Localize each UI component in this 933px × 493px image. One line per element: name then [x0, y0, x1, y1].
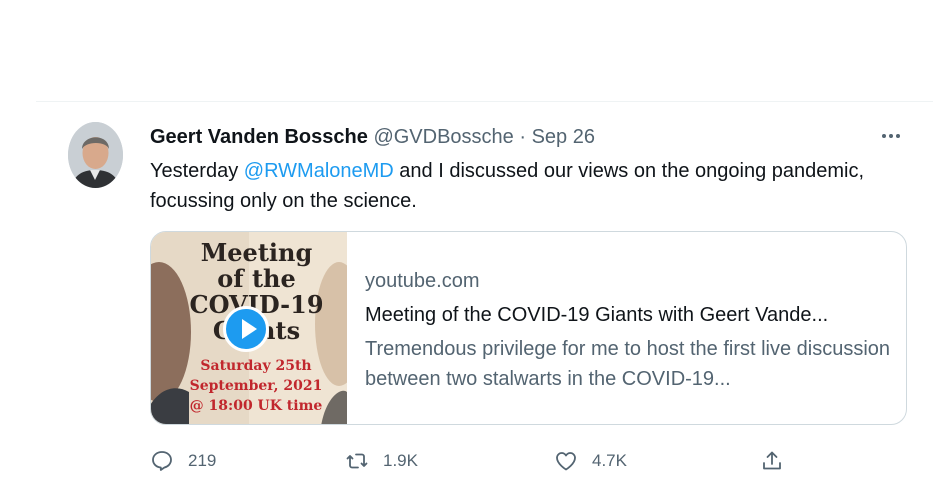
reply-button[interactable]: 219 — [150, 446, 216, 476]
like-count: 4.7K — [592, 451, 627, 470]
like-icon — [556, 452, 576, 471]
thumbnail-line: of the — [217, 264, 296, 293]
share-icon — [763, 451, 781, 470]
like-button[interactable]: 4.7K — [554, 446, 627, 476]
author-handle[interactable]: @GVDBossche — [373, 126, 513, 148]
link-card[interactable]: Meeting of the COVID-19 Giants Saturday … — [150, 231, 907, 425]
play-icon[interactable] — [223, 306, 269, 352]
thumbnail-sub-line: September, 2021 — [189, 378, 323, 394]
header-separator: · — [519, 126, 527, 148]
timeline-divider — [36, 101, 933, 102]
thumbnail-line: Meeting — [200, 238, 313, 267]
tweet-actions: 219 1.9K 4.7K — [150, 446, 910, 476]
retweet-button[interactable]: 1.9K — [345, 446, 418, 476]
retweet-icon — [346, 453, 368, 469]
card-title[interactable]: Meeting of the COVID-19 Giants with Geer… — [365, 300, 895, 330]
thumbnail-sub-line: Saturday 25th — [200, 358, 312, 374]
author-name[interactable]: Geert Vanden Bossche — [150, 126, 368, 148]
tweet-text: Yesterday @RWMaloneMD and I discussed ou… — [150, 156, 870, 216]
share-button[interactable] — [760, 446, 798, 476]
card-domain: youtube.com — [365, 270, 480, 292]
thumbnail-sub-line: @ 18:00 UK time — [189, 398, 323, 414]
thumbnail-subtitle: Saturday 25th September, 2021 @ 18:00 UK… — [171, 356, 341, 416]
more-icon[interactable] — [880, 124, 910, 148]
card-info: youtube.com Meeting of the COVID-19 Gian… — [365, 266, 895, 394]
tweet-date[interactable]: Sep 26 — [532, 126, 595, 148]
reply-count: 219 — [188, 451, 217, 470]
card-description: Tremendous privilege for me to host the … — [365, 338, 891, 390]
retweet-count: 1.9K — [383, 451, 418, 470]
tweet-header: Geert Vanden Bossche @GVDBossche · Sep 2… — [150, 124, 595, 150]
avatar[interactable] — [68, 122, 123, 188]
mention-link[interactable]: @RWMaloneMD — [244, 160, 394, 182]
tweet-text-before: Yesterday — [150, 160, 244, 182]
video-thumbnail[interactable]: Meeting of the COVID-19 Giants Saturday … — [151, 232, 347, 424]
reply-icon — [152, 451, 172, 471]
